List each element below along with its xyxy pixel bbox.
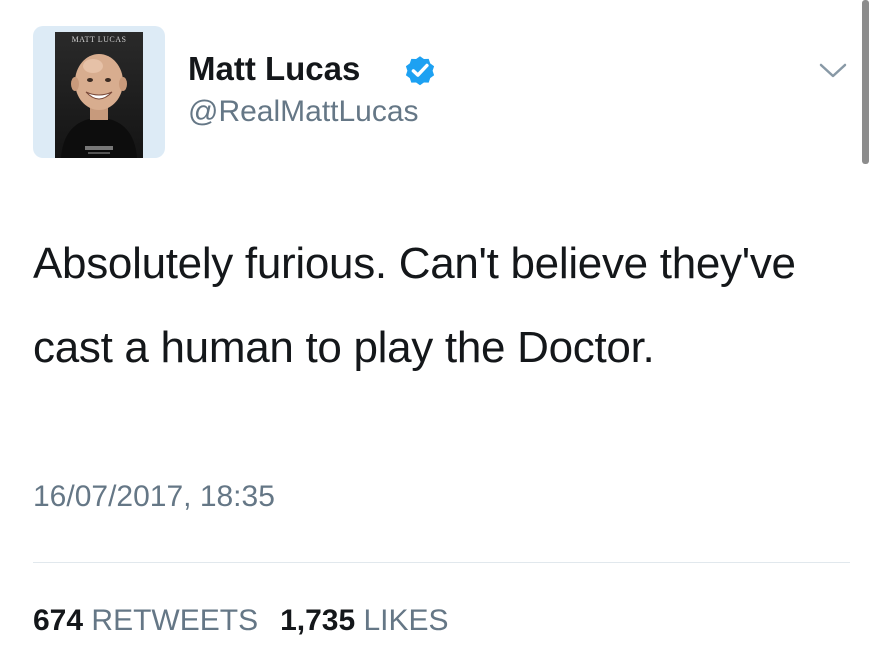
avatar-book-cover: MATT LUCAS xyxy=(55,32,143,158)
retweets-label: RETWEETS xyxy=(91,604,259,637)
likes-count: 1,735 xyxy=(280,604,356,637)
avatar-caption: MATT LUCAS xyxy=(71,35,127,44)
retweets-stat[interactable]: 674 RETWEETS xyxy=(33,604,258,637)
verified-badge-icon xyxy=(405,56,435,86)
chevron-down-icon[interactable] xyxy=(818,60,848,80)
tweet-timestamp[interactable]: 16/07/2017, 18:35 xyxy=(33,480,275,514)
author-handle[interactable]: @RealMattLucas xyxy=(188,95,419,129)
scrollbar[interactable] xyxy=(862,0,869,164)
likes-stat[interactable]: 1,735 LIKES xyxy=(280,604,448,637)
avatar[interactable]: MATT LUCAS xyxy=(33,26,165,158)
retweets-count: 674 xyxy=(33,604,84,637)
tweet-stats: 674 RETWEETS 1,735 LIKES xyxy=(33,604,449,638)
divider xyxy=(33,562,850,563)
tweet-text: Absolutely furious. Can't believe they'v… xyxy=(33,239,796,372)
likes-label: LIKES xyxy=(363,604,449,637)
author-name[interactable]: Matt Lucas xyxy=(188,50,360,88)
avatar-portrait xyxy=(61,54,137,158)
